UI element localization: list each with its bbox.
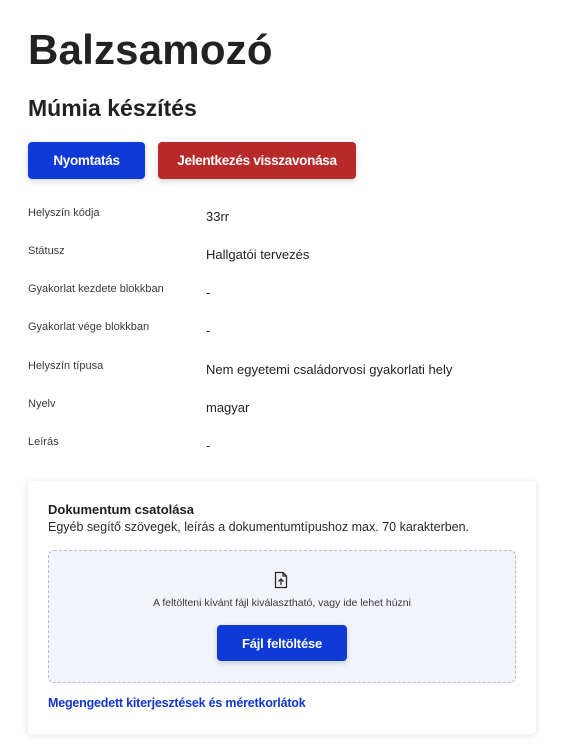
detail-value: Nem egyetemi családorvosi gyakorlati hel… (206, 362, 453, 377)
detail-label: Gyakorlat vége blokkban (28, 321, 150, 333)
detail-label: Gyakorlat kezdete blokkban (28, 283, 164, 295)
detail-row-end-block: Gyakorlat vége blokkban - (28, 321, 548, 351)
document-attachment-card: Dokumentum csatolása Egyéb segítő szöveg… (28, 481, 536, 734)
page: Balzsamozó Múmia készítés Nyomtatás Jele… (0, 0, 577, 751)
attachment-title: Dokumentum csatolása (48, 502, 194, 517)
detail-value: - (206, 438, 211, 453)
detail-label: Nyelv (28, 398, 56, 410)
detail-value: 33rr (206, 209, 230, 224)
withdraw-application-button[interactable]: Jelentkezés visszavonása (158, 142, 356, 179)
detail-row-location-type: Helyszín típusa Nem egyetemi családorvos… (28, 360, 548, 390)
detail-row-start-block: Gyakorlat kezdete blokkban - (28, 283, 548, 313)
attachment-description: Egyéb segítő szövegek, leírás a dokument… (48, 520, 470, 534)
file-dropzone[interactable]: A feltölteni kívánt fájl kiválasztható, … (48, 550, 516, 683)
allowed-extensions-link[interactable]: Megengedett kiterjesztések és méretkorlá… (48, 696, 306, 710)
print-button[interactable]: Nyomtatás (28, 142, 145, 179)
detail-row-description: Leírás - (28, 436, 548, 466)
detail-label: Leírás (28, 436, 59, 448)
detail-value: - (206, 323, 211, 338)
detail-label: Helyszín kódja (28, 207, 100, 219)
page-title: Balzsamozó (28, 26, 273, 73)
detail-row-language: Nyelv magyar (28, 398, 548, 428)
detail-value: magyar (206, 400, 250, 415)
file-upload-icon (273, 571, 289, 589)
upload-file-button[interactable]: Fájl feltöltése (217, 625, 347, 661)
detail-row-status: Státusz Hallgatói tervezés (28, 245, 548, 275)
detail-value: - (206, 285, 211, 300)
dropzone-instruction: A feltölteni kívánt fájl kiválasztható, … (153, 597, 411, 609)
detail-label: Státusz (28, 245, 65, 257)
detail-label: Helyszín típusa (28, 360, 104, 372)
detail-row-location-code: Helyszín kódja 33rr (28, 207, 548, 237)
detail-value: Hallgatói tervezés (206, 247, 310, 262)
page-subtitle: Múmia készítés (28, 95, 197, 121)
